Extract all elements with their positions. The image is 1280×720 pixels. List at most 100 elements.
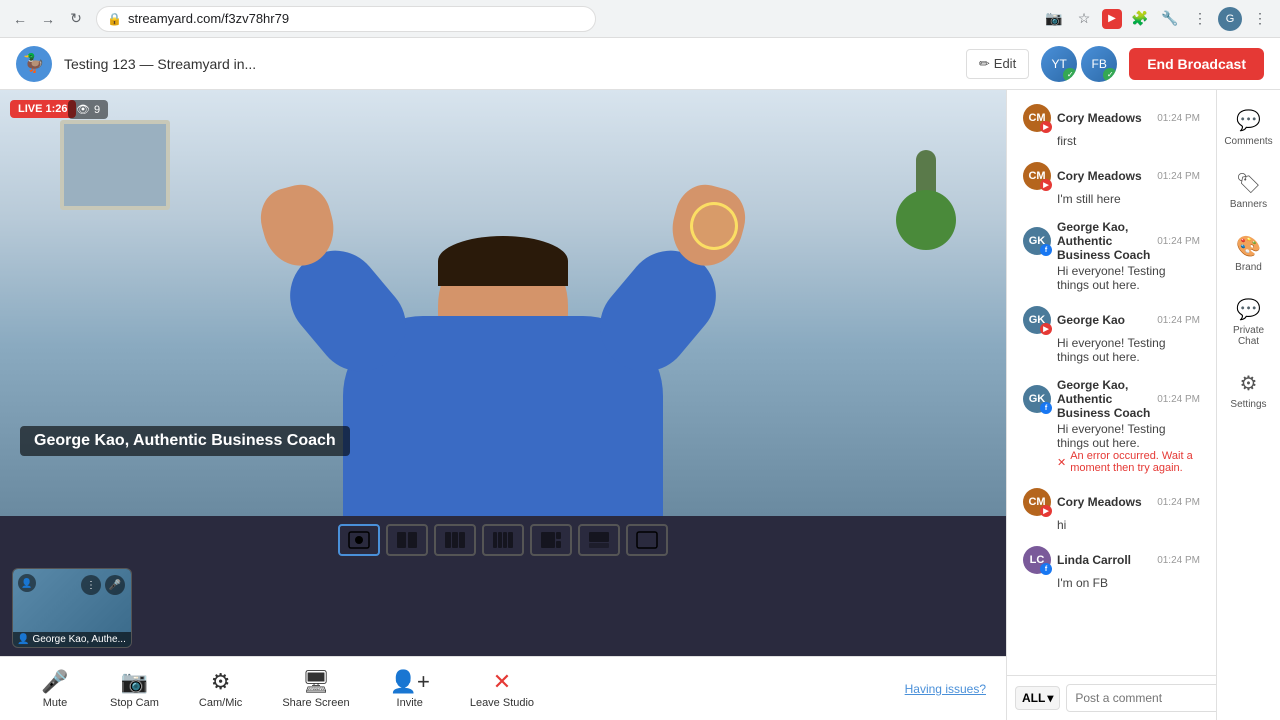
chat-avatar: GK f	[1023, 385, 1051, 413]
browser-nav-buttons: ← → ↻	[8, 7, 88, 31]
layout-btn-6[interactable]	[578, 524, 620, 556]
star-icon[interactable]: ☆	[1072, 7, 1096, 31]
layout-btn-1[interactable]	[338, 524, 380, 556]
cammic-button[interactable]: ⚙ Cam/Mic	[179, 663, 262, 715]
chat-text: I'm on FB	[1057, 576, 1200, 590]
platform-badge-yt: ▶	[1040, 179, 1052, 191]
video-area: LIVE 1:26 👁 9 George Kao, Authentic Busi…	[0, 90, 1006, 720]
chat-message-m4: GK ▶ George Kao 01:24 PM Hi everyone! Te…	[1015, 300, 1208, 370]
chat-time: 01:24 PM	[1157, 171, 1200, 182]
participant-thumb-1[interactable]: 👤 🎤 ⋮ 👤 George Kao, Authe...	[12, 568, 132, 648]
account-check-1: ✓	[1063, 68, 1077, 82]
browser-bar: ← → ↻ 🔒 streamyard.com/f3zv78hr79 📷 ☆ ▶ …	[0, 0, 1280, 38]
back-button[interactable]: ←	[8, 7, 32, 31]
brand-icon: 🎨	[1236, 234, 1261, 259]
layout-btn-3[interactable]	[434, 524, 476, 556]
account-avatar-1[interactable]: YT ✓	[1041, 46, 1077, 82]
chat-author: George Kao, Authentic Business Coach	[1057, 378, 1151, 420]
url-text: streamyard.com/f3zv78hr79	[128, 11, 289, 26]
chevron-down-icon: ▾	[1047, 691, 1053, 705]
platform-badge-yt: ▶	[1040, 121, 1052, 133]
layout-selector	[0, 516, 1006, 564]
extension1-icon[interactable]: 🧩	[1128, 7, 1152, 31]
end-broadcast-button[interactable]: End Broadcast	[1129, 48, 1264, 80]
chat-avatar: CM ▶	[1023, 488, 1051, 516]
chat-error: ✕An error occurred. Wait a moment then t…	[1057, 450, 1200, 474]
chat-panel: CM ▶ Cory Meadows 01:24 PM first CM ▶ Co…	[1006, 90, 1216, 720]
name-overlay: George Kao, Authentic Business Coach	[20, 426, 350, 456]
chat-time: 01:24 PM	[1157, 315, 1200, 326]
sidebar-item-settings[interactable]: ⚙ Settings	[1217, 361, 1280, 420]
chat-avatar: CM ▶	[1023, 162, 1051, 190]
chat-input-area: ALL ▾ Chat	[1007, 675, 1216, 720]
chat-text: Hi everyone! Testing things out here.	[1057, 264, 1200, 292]
viewers-badge: 👁 9	[68, 100, 108, 119]
private-chat-label: Private Chat	[1221, 325, 1276, 347]
comments-icon: 💬	[1236, 108, 1261, 133]
chat-text: first	[1057, 134, 1200, 148]
mic-icon: 🎤	[41, 669, 68, 695]
participant-name-1: 👤 George Kao, Authe...	[13, 632, 131, 647]
extensions-btn[interactable]: ⋮	[1188, 7, 1212, 31]
eye-icon: 👁	[76, 103, 90, 116]
comments-label: Comments	[1224, 136, 1272, 147]
layout-btn-7[interactable]	[626, 524, 668, 556]
leave-icon: ✕	[493, 669, 511, 695]
address-bar[interactable]: 🔒 streamyard.com/f3zv78hr79	[96, 6, 596, 32]
stopcam-button[interactable]: 📷 Stop Cam	[90, 663, 179, 715]
sharescreen-button[interactable]: 🖥 Share Screen	[262, 663, 369, 715]
participant-icon-1: 👤	[17, 634, 29, 645]
plant	[886, 150, 966, 290]
leavestudio-button[interactable]: ✕ Leave Studio	[450, 663, 554, 715]
participant-mic-1[interactable]: 🎤	[105, 575, 125, 595]
platform-badge-fb: f	[1040, 244, 1052, 256]
person-icon: 👤	[18, 574, 36, 592]
having-issues-link[interactable]: Having issues?	[905, 682, 986, 696]
chat-message-m6: CM ▶ Cory Meadows 01:24 PM hi	[1015, 482, 1208, 538]
chat-msg-header: CM ▶ Cory Meadows 01:24 PM	[1023, 162, 1200, 190]
forward-button[interactable]: →	[36, 7, 60, 31]
invite-button[interactable]: 👤+ Invite	[370, 663, 450, 715]
chat-author: Cory Meadows	[1057, 169, 1151, 183]
chat-time: 01:24 PM	[1157, 236, 1200, 247]
bottom-toolbar: 🎤 Mute 📷 Stop Cam ⚙ Cam/Mic 🖥 Share Scre…	[0, 656, 1006, 720]
chat-msg-header: CM ▶ Cory Meadows 01:24 PM	[1023, 104, 1200, 132]
sidebar-item-private-chat[interactable]: 💬 Private Chat	[1217, 287, 1280, 357]
settings-label: Settings	[1230, 399, 1266, 410]
layout-btn-4[interactable]	[482, 524, 524, 556]
chat-time: 01:24 PM	[1157, 113, 1200, 124]
mute-button[interactable]: 🎤 Mute	[20, 663, 90, 715]
youtube-icon: ▶	[1102, 9, 1122, 29]
chat-avatar: CM ▶	[1023, 104, 1051, 132]
chat-msg-header: GK ▶ George Kao 01:24 PM	[1023, 306, 1200, 334]
account-icon[interactable]: G	[1218, 7, 1242, 31]
pencil-icon: ✏	[979, 56, 990, 72]
layout-btn-5[interactable]	[530, 524, 572, 556]
logo-emoji: 🦆	[23, 53, 45, 74]
camera-btn-icon: 📷	[121, 669, 148, 695]
app-title: Testing 123 — Streamyard in...	[64, 56, 256, 72]
platform-badge-yt: ▶	[1040, 323, 1052, 335]
account-avatar-2[interactable]: FB ✓	[1081, 46, 1117, 82]
menu-icon[interactable]: ⋮	[1248, 7, 1272, 31]
refresh-button[interactable]: ↻	[64, 7, 88, 31]
comment-input[interactable]	[1066, 684, 1239, 712]
invite-icon: 👤+	[390, 669, 430, 695]
chat-time: 01:24 PM	[1157, 394, 1200, 405]
participant-more-1[interactable]: ⋮	[81, 575, 101, 595]
extension2-icon[interactable]: 🔧	[1158, 7, 1182, 31]
sidebar-item-brand[interactable]: 🎨 Brand	[1217, 224, 1280, 283]
settings-cam-icon: ⚙	[211, 669, 231, 695]
sidebar-item-banners[interactable]: 🏷 Banners	[1217, 161, 1280, 220]
audience-dropdown[interactable]: ALL ▾	[1015, 686, 1060, 710]
chat-message-m1: CM ▶ Cory Meadows 01:24 PM first	[1015, 98, 1208, 154]
side-icons: 💬 Comments 🏷 Banners 🎨 Brand 💬 Private C…	[1216, 90, 1280, 720]
layout-btn-2[interactable]	[386, 524, 428, 556]
screen-icon: 🖥	[302, 669, 330, 695]
chat-msg-header: GK f George Kao, Authentic Business Coac…	[1023, 378, 1200, 420]
chat-avatar: GK ▶	[1023, 306, 1051, 334]
edit-button[interactable]: ✏ Edit	[966, 49, 1029, 79]
sidebar-item-comments[interactable]: 💬 Comments	[1217, 98, 1280, 157]
private-chat-icon: 💬	[1236, 297, 1261, 322]
chat-message-m7: LC f Linda Carroll 01:24 PM I'm on FB	[1015, 540, 1208, 596]
